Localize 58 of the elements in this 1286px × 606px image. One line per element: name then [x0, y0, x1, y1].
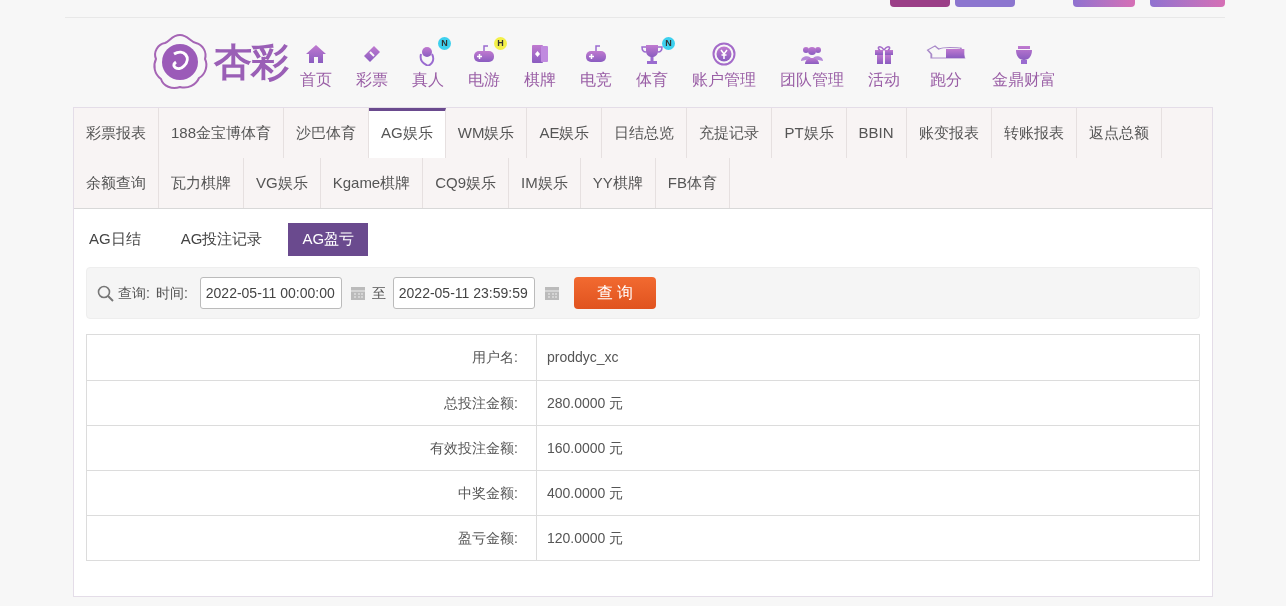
nav-label[interactable]: 活动: [868, 70, 901, 90]
report-tab[interactable]: 账变报表: [906, 108, 992, 158]
report-tab[interactable]: WM娱乐: [445, 108, 528, 158]
report-tab[interactable]: 充提记录: [687, 108, 773, 158]
report-tab[interactable]: 瓦力棋牌: [159, 158, 244, 208]
nav-label[interactable]: 彩票: [356, 70, 389, 90]
sub-tab[interactable]: AG投注记录: [166, 223, 277, 256]
report-tab[interactable]: 返点总额: [1076, 108, 1162, 158]
report-tab[interactable]: 彩票报表: [74, 108, 159, 158]
row-value: 400.0000 元: [546, 483, 625, 503]
trophy-icon[interactable]: [640, 42, 665, 66]
start-time-field[interactable]: 2022-05-11 00:00:00: [199, 277, 342, 309]
report-tab[interactable]: FB体育: [655, 158, 730, 208]
report-tab[interactable]: 日结总览: [602, 108, 688, 158]
separator-text: 至: [371, 283, 386, 303]
sub-tab[interactable]: AG日结: [86, 223, 155, 256]
nav-label[interactable]: 金鼎财富: [992, 70, 1057, 90]
end-time-field[interactable]: 2022-05-11 23:59:59: [392, 277, 535, 309]
search-icon: [97, 284, 114, 302]
row-value: 280.0000 元: [546, 393, 625, 413]
query-label: 查询:: [118, 283, 150, 303]
report-tab[interactable]: 转账报表: [991, 108, 1077, 158]
nav-label[interactable]: 棋牌: [524, 70, 557, 90]
row-value: proddyc_xc: [546, 348, 620, 367]
nav-badge: N: [438, 37, 452, 50]
logo-text: 杏彩: [214, 43, 289, 81]
row-value: 120.0000 元: [546, 528, 625, 548]
report-tab[interactable]: 余额查询: [74, 158, 159, 208]
logo-icon: [150, 32, 210, 92]
report-tab[interactable]: VG娱乐: [244, 158, 321, 208]
row-value: 160.0000 元: [546, 438, 625, 458]
row-label: 有效投注金额:: [87, 426, 537, 470]
nav-label[interactable]: 团队管理: [780, 70, 845, 90]
nav-label[interactable]: 电竞: [580, 70, 613, 90]
report-tab[interactable]: CQ9娱乐: [423, 158, 510, 208]
nav-label[interactable]: 首页: [300, 70, 333, 90]
row-label: 中奖金额:: [87, 471, 537, 515]
sub-tab[interactable]: AG盈亏: [288, 223, 369, 256]
row-label: 用户名:: [87, 335, 537, 380]
row-label: 总投注金额:: [87, 381, 537, 425]
report-tab[interactable]: Kgame棋牌: [320, 158, 424, 208]
report-tab[interactable]: IM娱乐: [509, 158, 581, 208]
nav-badge: N: [662, 37, 676, 50]
row-label: 盈亏金额:: [87, 516, 537, 560]
nav-label[interactable]: 体育: [636, 70, 669, 90]
nav-label[interactable]: 真人: [412, 70, 445, 90]
nav-badge: H: [494, 37, 508, 50]
report-tab[interactable]: PT娱乐: [772, 108, 847, 158]
yen-coin-icon[interactable]: [712, 42, 737, 66]
time-label: 时间:: [155, 283, 188, 303]
nav-label[interactable]: 跑分: [930, 70, 963, 90]
report-tab[interactable]: 188金宝博体育: [159, 108, 285, 158]
nav-label[interactable]: 账户管理: [692, 70, 757, 90]
report-tab[interactable]: AE娱乐: [527, 108, 603, 158]
report-tab[interactable]: YY棋牌: [580, 158, 656, 208]
nav-label[interactable]: 电游: [468, 70, 501, 90]
report-tab[interactable]: AG娱乐: [369, 108, 446, 158]
report-tab[interactable]: BBIN: [846, 108, 907, 158]
